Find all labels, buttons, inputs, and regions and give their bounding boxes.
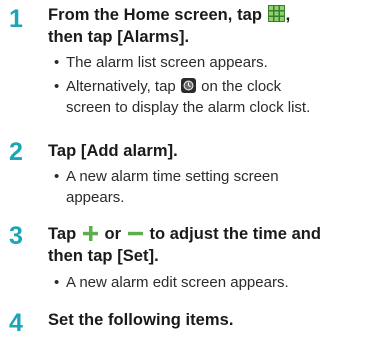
step-title: From the Home screen, tap , then tap [Al… — [48, 4, 290, 48]
step-title-text: then tap [Set]. — [48, 247, 159, 265]
step-number: 2 — [9, 138, 23, 166]
list-item: • The alarm list screen appears. — [54, 53, 268, 74]
step-number: 3 — [9, 222, 23, 250]
step-title-text: then tap [Alarms]. — [48, 28, 190, 46]
bullet-dot: • — [54, 54, 60, 71]
step-number: 4 — [9, 309, 23, 337]
step-title: Set the following items. — [48, 311, 234, 329]
app-grid-icon — [267, 5, 285, 22]
bullet-text: A new alarm time setting screen appears. — [54, 167, 279, 208]
bullet-dot: • — [54, 274, 60, 291]
step-title-text: From the Home screen, tap — [48, 6, 262, 24]
plus-icon — [82, 225, 99, 242]
step-number: 1 — [9, 5, 23, 33]
bullet-text-part: Alternatively, tap — [66, 78, 176, 95]
minus-icon — [127, 225, 144, 242]
bullet-dot: • — [54, 168, 60, 185]
step-title: Tap or to adjust the time and then tap [… — [48, 223, 321, 267]
bullet-text: Alternatively, tap on the clock screen t… — [54, 77, 310, 118]
bullet-dot: • — [54, 78, 60, 95]
bullet-text: A new alarm edit screen appears. — [66, 274, 289, 291]
step-title-text: , — [285, 6, 291, 24]
bullet-text-part: on the clock — [201, 78, 282, 95]
bullet-text: The alarm list screen appears. — [66, 54, 268, 71]
step-title-text: Tap — [48, 225, 77, 243]
alarm-clock-icon — [180, 78, 196, 93]
list-item: • A new alarm edit screen appears. — [54, 273, 289, 294]
bullet-text-part: A new alarm time setting screen — [66, 168, 279, 185]
list-item: • Alternatively, tap on the clock screen… — [54, 77, 310, 118]
bullet-text-part: screen to display the alarm clock list. — [66, 98, 311, 116]
list-item: • A new alarm time setting screen appear… — [54, 167, 279, 208]
step-title-text: or — [104, 225, 122, 243]
step-title-text: to adjust the time and — [149, 225, 322, 243]
bullet-text-part: appears. — [66, 188, 125, 206]
step-title: Tap [Add alarm]. — [48, 142, 178, 160]
